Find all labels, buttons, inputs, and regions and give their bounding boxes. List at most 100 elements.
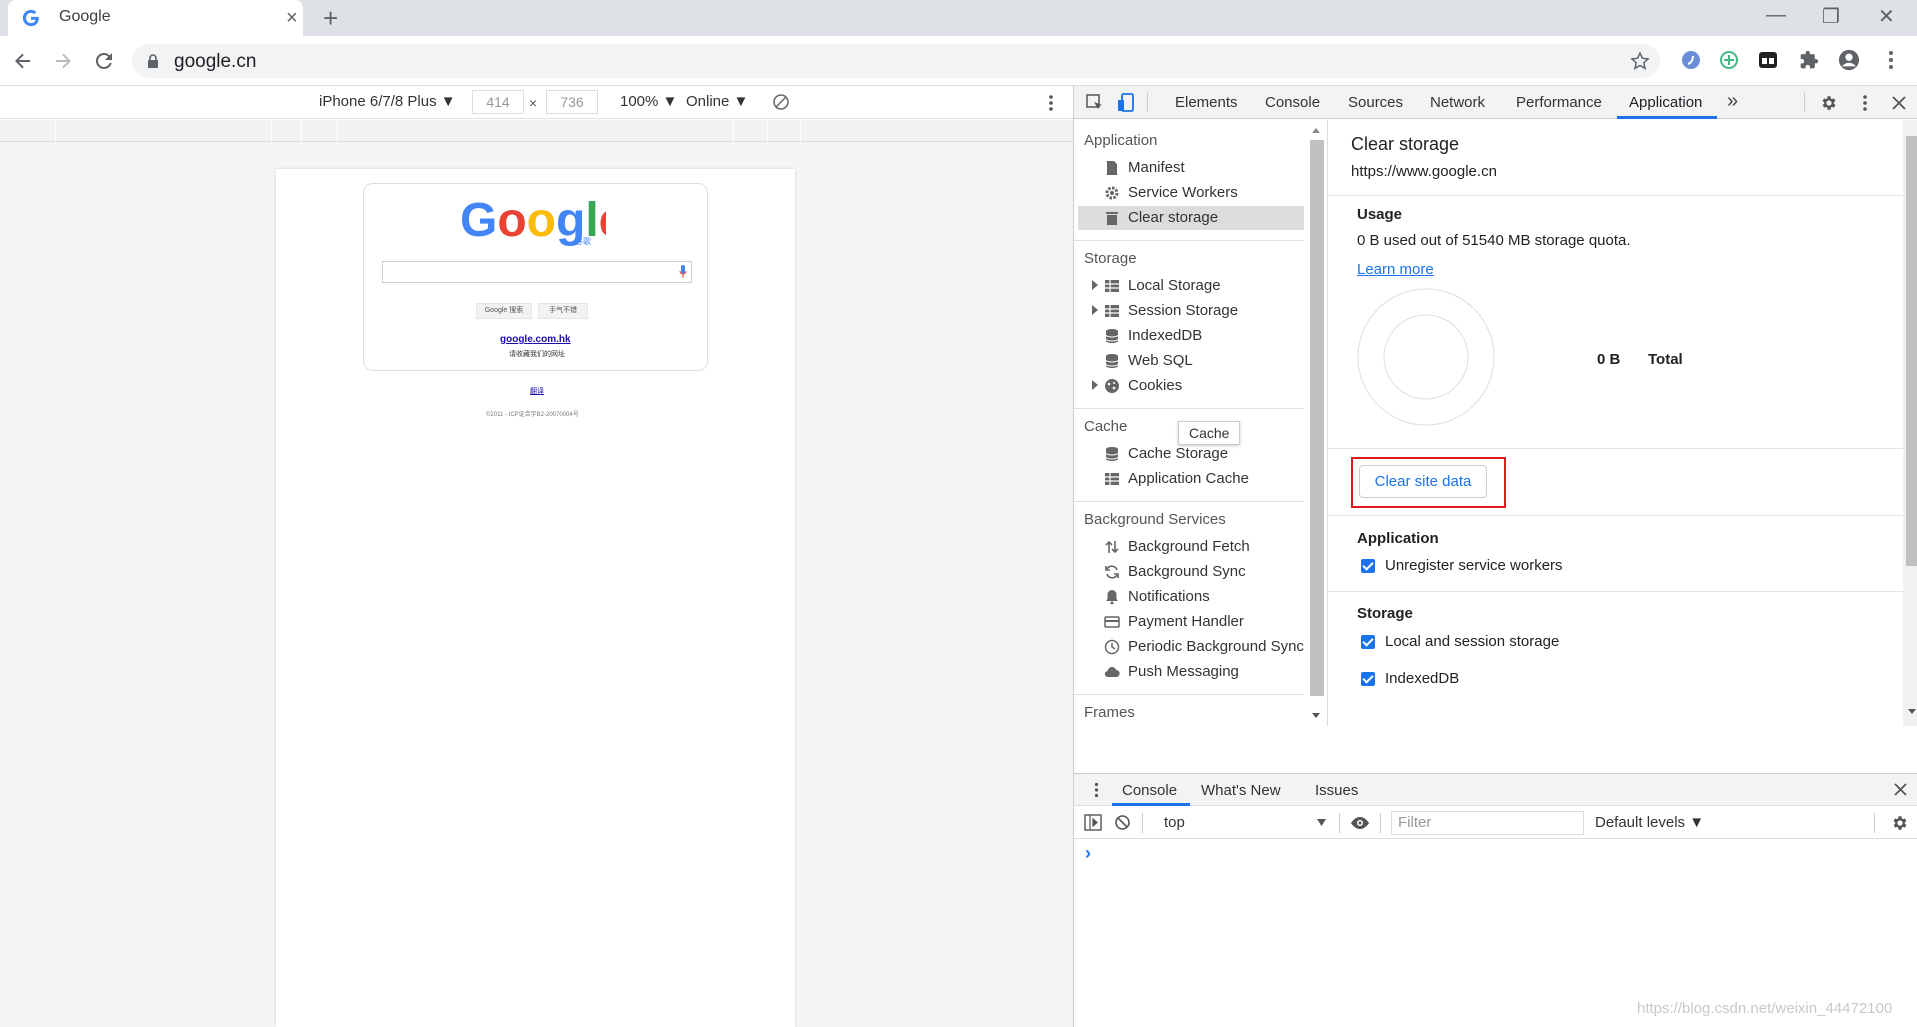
scroll-down-arrow-icon[interactable] <box>1311 712 1321 720</box>
lock-icon[interactable] <box>147 54 159 68</box>
context-dropdown-icon[interactable] <box>1317 819 1326 826</box>
main-scrollbar[interactable] <box>1906 136 1917 566</box>
sidebar-item-indexeddb[interactable]: IndexedDB <box>1102 325 1326 347</box>
log-levels-select[interactable]: Default levels ▼ <box>1595 814 1704 831</box>
tab-network[interactable]: Network <box>1430 94 1485 111</box>
tab-title: Google <box>59 8 111 25</box>
devtools-menu-icon[interactable] <box>1862 94 1868 112</box>
dimension-separator: × <box>529 95 538 111</box>
sidebar-item-background-sync[interactable]: Background Sync <box>1102 561 1326 583</box>
tab-manager-icon[interactable] <box>1758 50 1778 70</box>
expand-arrow-icon[interactable] <box>1092 280 1098 290</box>
sidebar-item-clear-storage[interactable]: Clear storage <box>1102 207 1326 229</box>
puzzle-extensions-icon[interactable] <box>1799 50 1819 70</box>
tab-strip: Google × + — ❐ ✕ <box>0 0 1917 36</box>
back-icon[interactable] <box>13 51 33 71</box>
browser-toolbar: google.cn <box>0 36 1917 86</box>
clear-console-icon[interactable] <box>1114 814 1131 831</box>
network-throttle-select[interactable]: Online ▼ <box>686 93 748 110</box>
eye-icon[interactable] <box>1350 816 1370 830</box>
window-minimize-button[interactable]: — <box>1766 4 1786 27</box>
context-selector[interactable]: top <box>1164 814 1185 831</box>
console-filter-input[interactable]: Filter <box>1391 811 1584 835</box>
tab-console[interactable]: Console <box>1265 94 1320 111</box>
indexeddb-checkbox[interactable] <box>1361 672 1375 686</box>
search-input[interactable] <box>382 261 692 283</box>
forward-icon[interactable] <box>53 51 73 71</box>
more-tabs-button[interactable]: » <box>1727 90 1738 113</box>
sidebar-item-service-workers[interactable]: Service Workers <box>1102 182 1326 204</box>
sidebar-item-application-cache[interactable]: Application Cache <box>1102 468 1326 490</box>
omnibox[interactable]: google.cn <box>132 44 1660 78</box>
expand-arrow-icon[interactable] <box>1092 305 1098 315</box>
bookmark-hint-text: 请收藏我们的网址 <box>509 351 565 358</box>
new-tab-button[interactable]: + <box>323 3 338 34</box>
cloud-icon <box>1104 667 1120 678</box>
sidebar-item-background-fetch[interactable]: Background Fetch <box>1102 536 1326 558</box>
google-search-button[interactable]: Google 搜索 <box>476 303 532 319</box>
sidebar-item-periodic-background-sync[interactable]: Periodic Background Sync <box>1102 636 1326 658</box>
window-restore-button[interactable]: ❐ <box>1822 4 1840 29</box>
sidebar-item-label: Web SQL <box>1128 352 1193 369</box>
sidebar-item-session-storage[interactable]: Session Storage <box>1092 300 1326 322</box>
settings-gear-icon[interactable] <box>1820 94 1838 112</box>
device-toolbar-menu-icon[interactable] <box>1048 94 1054 112</box>
sidebar-section-cache: Cache <box>1084 418 1128 435</box>
inspect-element-icon[interactable] <box>1086 94 1104 112</box>
microphone-icon[interactable] <box>679 265 687 279</box>
chrome-menu-icon[interactable] <box>1888 50 1894 70</box>
unregister-sw-label: Unregister service workers <box>1385 557 1563 574</box>
tab-sources[interactable]: Sources <box>1348 94 1403 111</box>
sidebar-item-cookies[interactable]: Cookies <box>1092 375 1326 397</box>
tab-close-button[interactable]: × <box>286 7 298 30</box>
viewport-width-input[interactable]: 414 <box>472 90 524 114</box>
unregister-sw-checkbox[interactable] <box>1361 559 1375 573</box>
local-session-storage-checkbox[interactable] <box>1361 635 1375 649</box>
sidebar-item-push-messaging[interactable]: Push Messaging <box>1102 661 1326 683</box>
expand-arrow-icon[interactable] <box>1092 380 1098 390</box>
drawer-tab-console[interactable]: Console <box>1122 782 1177 799</box>
viewport-height-input[interactable]: 736 <box>546 90 598 114</box>
translate-link[interactable]: 翻译 <box>530 386 544 396</box>
tab-elements[interactable]: Elements <box>1175 94 1238 111</box>
sidebar-item-web-sql[interactable]: Web SQL <box>1102 350 1326 372</box>
clear-site-data-button[interactable]: Clear site data <box>1359 465 1487 498</box>
sidebar-item-payment-handler[interactable]: Payment Handler <box>1102 611 1326 633</box>
sidebar-scrollbar[interactable] <box>1310 140 1324 696</box>
browser-tab[interactable]: Google × <box>8 0 303 36</box>
learn-more-link[interactable]: Learn more <box>1357 261 1434 278</box>
vue-devtools-icon[interactable] <box>1718 49 1740 71</box>
scroll-up-arrow-icon[interactable] <box>1311 126 1321 134</box>
sidebar-item-notifications[interactable]: Notifications <box>1102 586 1326 608</box>
media-query-ruler[interactable] <box>0 120 1073 142</box>
devtools-tab-bar: Elements Console Sources Network Perform… <box>1074 86 1917 119</box>
console-settings-icon[interactable] <box>1891 814 1909 832</box>
device-toggle-icon[interactable] <box>1117 93 1135 113</box>
drawer-close-icon[interactable] <box>1894 783 1907 796</box>
bookmark-star-icon[interactable] <box>1630 51 1650 71</box>
window-close-button[interactable]: ✕ <box>1878 4 1895 29</box>
profile-avatar-icon[interactable] <box>1838 49 1860 71</box>
console-toolbar: top Filter Default levels ▼ <box>1074 807 1917 839</box>
console-prompt-icon[interactable]: › <box>1085 843 1091 864</box>
rotate-icon[interactable] <box>772 93 790 111</box>
sidebar-item-manifest[interactable]: Manifest <box>1102 157 1326 179</box>
drawer-tab-issues[interactable]: Issues <box>1315 782 1358 799</box>
device-select[interactable]: iPhone 6/7/8 Plus ▼ <box>319 93 456 110</box>
extension-icon[interactable] <box>1680 49 1702 71</box>
tab-performance[interactable]: Performance <box>1516 94 1602 111</box>
devtools-close-icon[interactable] <box>1892 96 1906 110</box>
sidebar-toggle-icon[interactable] <box>1084 814 1102 831</box>
sidebar-item-cache-storage[interactable]: Cache Storage <box>1102 443 1326 465</box>
reload-icon[interactable] <box>94 51 114 71</box>
zoom-select[interactable]: 100% ▼ <box>620 93 677 110</box>
feeling-lucky-button[interactable]: 手气不错 <box>538 303 588 319</box>
sidebar-item-label: Cache Storage <box>1128 445 1229 462</box>
google-hk-link[interactable]: google.com.hk <box>500 334 571 345</box>
sidebar-item-label: Periodic Background Sync <box>1128 638 1304 655</box>
sidebar-item-local-storage[interactable]: Local Storage <box>1092 275 1326 297</box>
tab-application[interactable]: Application <box>1629 94 1702 111</box>
drawer-tab-whats-new[interactable]: What's New <box>1201 782 1281 799</box>
drawer-menu-icon[interactable] <box>1094 782 1099 798</box>
main-scroll-down-arrow-icon[interactable] <box>1907 708 1917 716</box>
